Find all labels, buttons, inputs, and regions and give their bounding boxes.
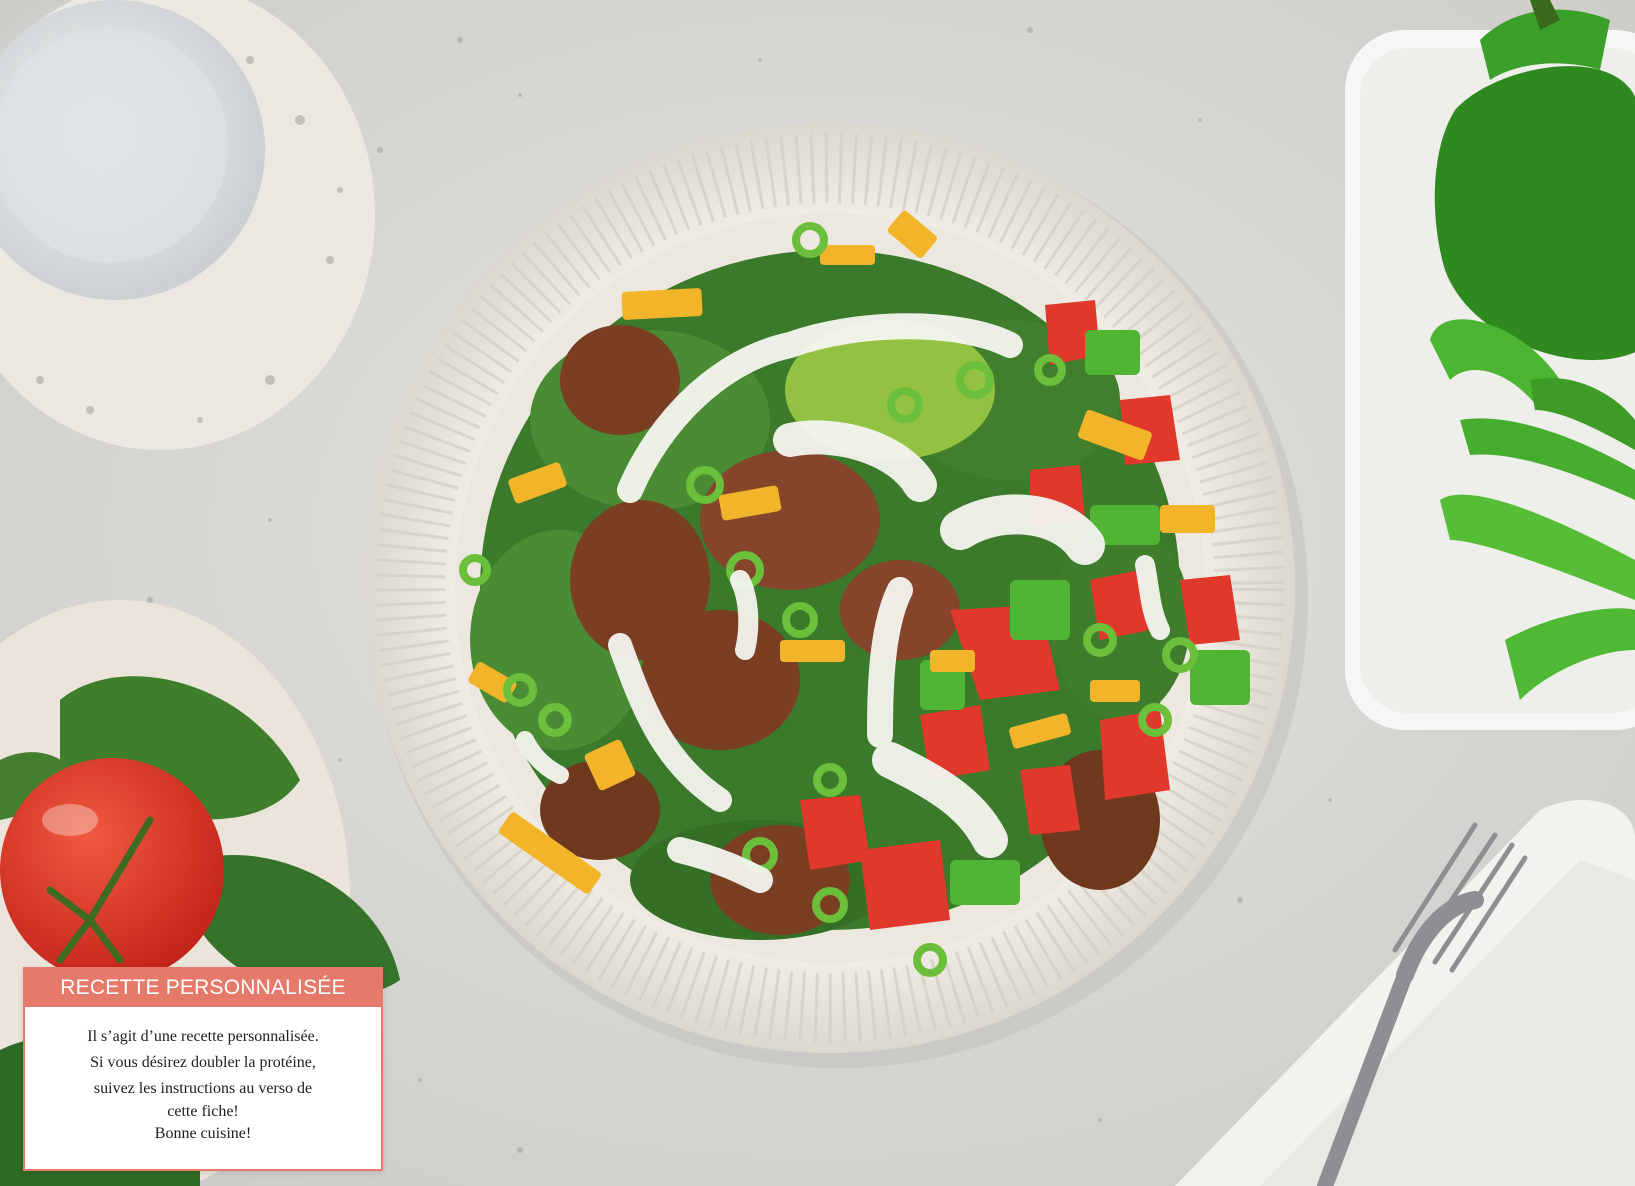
badge-line: cette fiche! xyxy=(167,1103,239,1120)
badge-line: suivez les instructions au verso de xyxy=(93,1080,313,1097)
tomato-highlight xyxy=(42,804,98,836)
water-glass-inner xyxy=(0,27,228,263)
badge-line: Il s’agit d’une recette personnalisée. xyxy=(87,1028,319,1045)
badge-title: RECETTE PERSONNALISÉE xyxy=(25,969,381,1007)
badge-line: Si vous désirez doubler la protéine, xyxy=(90,1054,316,1071)
badge-message: Il s’agit d’une recette personnalisée. S… xyxy=(25,1007,381,1147)
badge-line: Bonne cuisine! xyxy=(154,1125,252,1142)
personalized-recipe-badge: RECETTE PERSONNALISÉE Il s’agit d’une re… xyxy=(23,967,383,1171)
